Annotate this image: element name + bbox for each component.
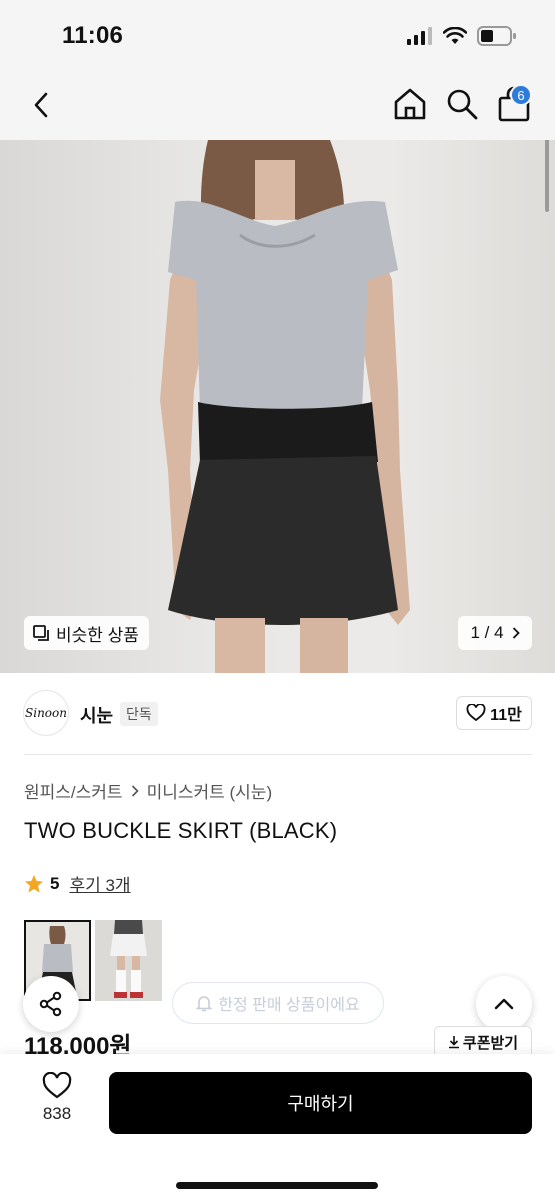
chevron-left-icon xyxy=(34,92,48,118)
exclusive-tag: 단독 xyxy=(120,702,158,726)
brand-row: Sinoon 시눈 단독 11만 xyxy=(0,684,555,742)
chevron-right-icon xyxy=(131,784,139,797)
star-icon xyxy=(25,874,43,892)
download-icon xyxy=(448,1036,459,1049)
similar-products-label: 비슷한 상품 xyxy=(56,625,139,645)
breadcrumb-category[interactable]: 원피스/스커트 xyxy=(24,778,123,803)
thumbnail-image xyxy=(95,920,162,1001)
wishlist-count: 838 xyxy=(42,1104,72,1123)
back-button[interactable] xyxy=(24,88,58,122)
similar-products-button[interactable]: 비슷한 상품 xyxy=(24,616,149,650)
product-image-carousel[interactable] xyxy=(0,140,555,673)
limited-sale-text: 한정 판매 상품이에요 xyxy=(218,997,360,1014)
product-photo xyxy=(160,140,410,673)
similar-items-icon xyxy=(33,625,49,641)
reviews-link[interactable]: 후기 3개 xyxy=(69,871,130,896)
heart-icon xyxy=(466,704,486,722)
brand-name[interactable]: 시눈 xyxy=(80,702,113,728)
brand-like-count: 11만 xyxy=(490,707,522,724)
chevron-right-icon xyxy=(512,627,520,639)
share-icon xyxy=(39,991,62,1017)
image-page-counter[interactable]: 1 / 4 xyxy=(458,616,532,650)
top-navigation xyxy=(0,70,555,140)
home-indicator xyxy=(176,1182,378,1189)
signal-icon xyxy=(407,27,432,45)
battery-icon xyxy=(477,26,516,46)
thumbnail-2[interactable] xyxy=(95,920,162,1001)
scroll-indicator[interactable] xyxy=(545,140,549,212)
brand-logo[interactable]: Sinoon xyxy=(23,690,69,736)
wifi-icon xyxy=(443,27,467,44)
rating-row: 5 후기 3개 xyxy=(24,871,131,896)
divider xyxy=(24,754,532,755)
wishlist-button[interactable]: 838 xyxy=(30,1072,84,1142)
status-time: 11:06 xyxy=(62,22,124,49)
product-title: TWO BUCKLE SKIRT (BLACK) xyxy=(24,818,338,843)
rating-score: 5 xyxy=(50,873,60,893)
share-button[interactable] xyxy=(23,976,79,1032)
search-icon[interactable] xyxy=(444,86,480,122)
heart-icon xyxy=(42,1072,72,1099)
cart-count-badge: 6 xyxy=(510,84,532,106)
coupon-label: 쿠폰받기 xyxy=(462,1034,519,1052)
home-icon[interactable] xyxy=(392,86,428,122)
bottom-action-bar: 838 구매하기 xyxy=(0,1054,555,1200)
status-bar: 11:06 xyxy=(0,0,555,70)
limited-sale-notice: 한정 판매 상품이에요 xyxy=(172,982,384,1024)
page-counter-text: 1 / 4 xyxy=(470,623,504,642)
status-icons xyxy=(407,26,517,46)
bell-icon xyxy=(196,996,213,1012)
chevron-up-icon xyxy=(494,998,514,1010)
buy-button[interactable]: 구매하기 xyxy=(109,1072,532,1134)
breadcrumb: 원피스/스커트 미니스커트 (시눈) xyxy=(24,778,272,803)
breadcrumb-subcategory[interactable]: 미니스커트 (시눈) xyxy=(147,778,273,803)
brand-like-button[interactable]: 11만 xyxy=(456,696,532,730)
scroll-to-top-button[interactable] xyxy=(476,976,532,1032)
